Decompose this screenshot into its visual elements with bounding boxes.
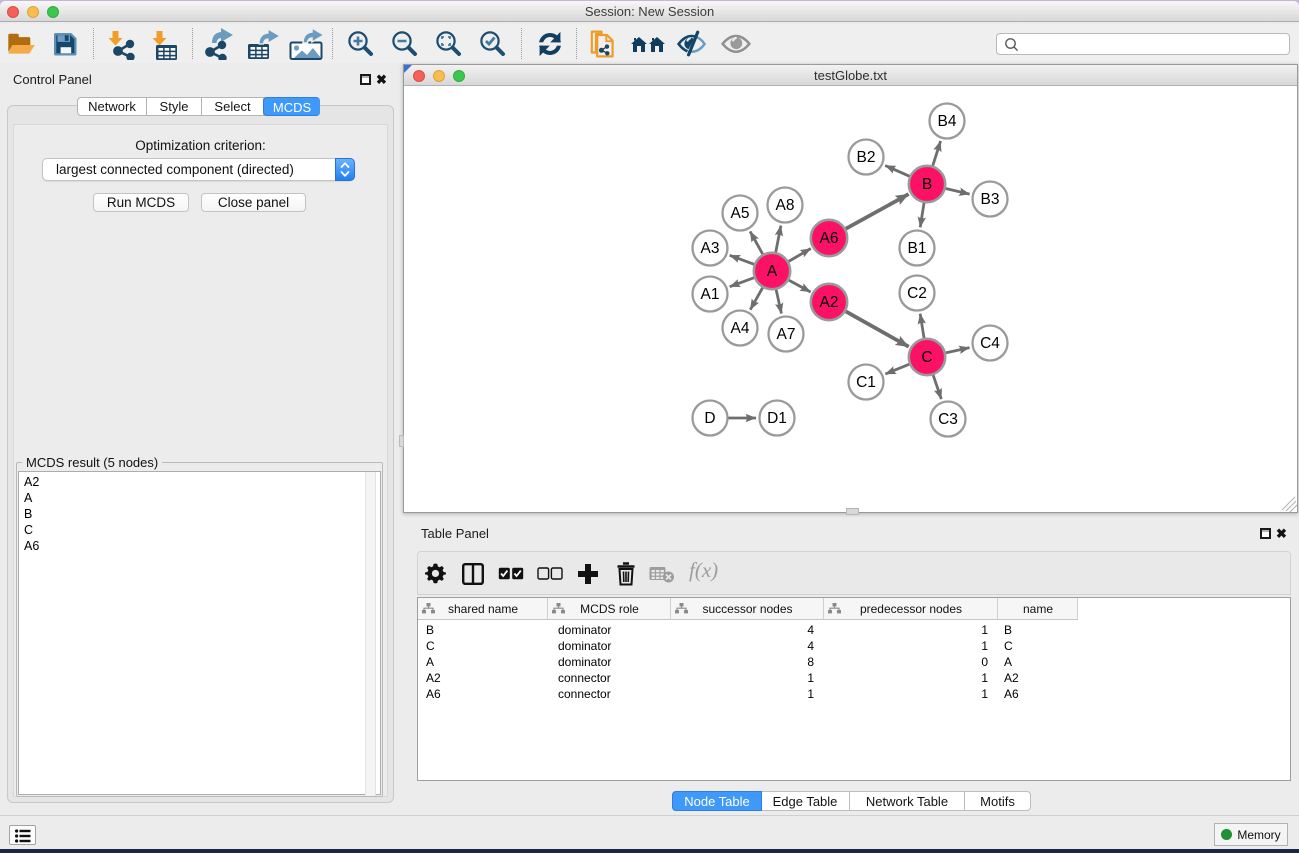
svg-text:A6: A6 xyxy=(820,230,839,247)
svg-text:B3: B3 xyxy=(981,191,1000,208)
svg-text:A1: A1 xyxy=(701,286,720,303)
svg-text:A: A xyxy=(767,263,778,280)
svg-text:B1: B1 xyxy=(908,240,927,257)
svg-text:B2: B2 xyxy=(857,149,876,166)
svg-text:C: C xyxy=(921,349,932,366)
svg-text:C4: C4 xyxy=(980,335,1000,352)
svg-text:C3: C3 xyxy=(938,411,958,428)
svg-text:D1: D1 xyxy=(767,410,787,427)
svg-text:B4: B4 xyxy=(938,113,957,130)
svg-text:A5: A5 xyxy=(731,205,750,222)
svg-text:A3: A3 xyxy=(701,240,720,257)
svg-text:B: B xyxy=(922,176,932,193)
svg-text:A4: A4 xyxy=(731,320,750,337)
svg-text:A2: A2 xyxy=(820,294,839,311)
svg-text:C1: C1 xyxy=(856,374,876,391)
svg-text:C2: C2 xyxy=(907,285,927,302)
svg-text:A7: A7 xyxy=(777,326,796,343)
svg-text:D: D xyxy=(704,410,715,427)
svg-text:A8: A8 xyxy=(776,197,795,214)
